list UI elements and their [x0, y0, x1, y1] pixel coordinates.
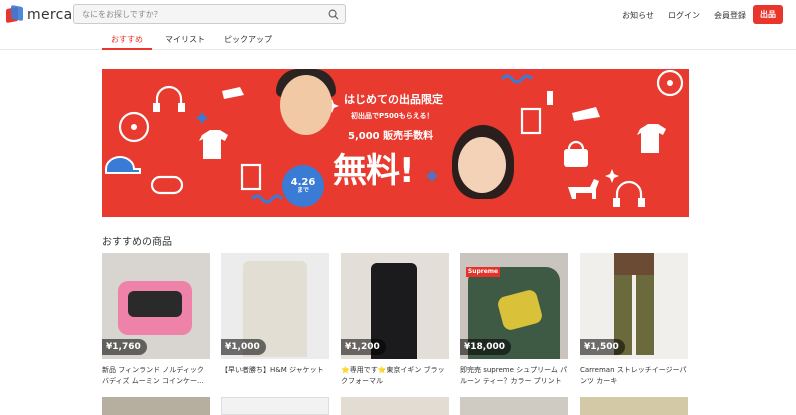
- tab-mylist[interactable]: マイリスト: [160, 34, 210, 50]
- product-card[interactable]: ¥1,500 Carreman ストレッチイージーパンツ カーキ: [580, 253, 688, 387]
- banner-title: はじめての出品限定: [344, 93, 443, 106]
- tab-recommended[interactable]: おすすめ: [102, 34, 152, 50]
- price-tag: ¥18,000: [460, 339, 511, 355]
- header: mercari お知らせ ログイン 会員登録 出品: [0, 0, 796, 30]
- sell-button[interactable]: 出品: [753, 5, 783, 24]
- banner-fee-text: 5,000 販売手数料: [348, 131, 434, 142]
- product-title: ⭐専用です⭐東京イギン ブラックフォーマル: [341, 366, 445, 385]
- product-title: 【早い者勝ち】H&M ジャケット: [221, 366, 324, 374]
- product-image: ¥1,000: [221, 253, 329, 359]
- product-card[interactable]: ¥1,200 ⭐専用です⭐東京イギン ブラックフォーマル: [341, 253, 449, 387]
- tab-pickup[interactable]: ピックアップ: [218, 34, 278, 50]
- product-image: ¥1,760: [102, 253, 210, 359]
- mercari-logo[interactable]: mercari: [6, 4, 83, 24]
- promo-banner[interactable]: はじめての出品限定 初出品でP500もらえる！ 5,000 販売手数料 無料! …: [102, 69, 689, 217]
- product-card[interactable]: Supreme ¥18,000 即完売 supreme シュプリーム パルーン …: [460, 253, 568, 387]
- price-tag: ¥1,500: [580, 339, 625, 355]
- product-image: Supreme ¥18,000: [460, 253, 568, 359]
- price-tag: ¥1,200: [341, 339, 386, 355]
- search-input[interactable]: [82, 9, 322, 19]
- search-icon[interactable]: [328, 9, 339, 20]
- tab-bar: おすすめ マイリスト ピックアップ: [0, 30, 796, 50]
- product-image-partial[interactable]: [460, 397, 568, 415]
- banner-subtitle: 初出品でP500もらえる！: [351, 112, 434, 120]
- product-title: Carreman ストレッチイージーパンツ カーキ: [580, 366, 687, 385]
- mercari-logo-icon: [6, 4, 24, 24]
- product-image-partial[interactable]: [102, 397, 210, 415]
- section-title: おすすめの商品: [102, 237, 172, 248]
- product-card[interactable]: ¥1,000 【早い者勝ち】H&M ジャケット: [221, 253, 329, 387]
- product-image-partial[interactable]: [221, 397, 329, 415]
- banner-free-text: 無料!: [333, 151, 415, 191]
- notifications-link[interactable]: お知らせ: [622, 10, 654, 21]
- search-box[interactable]: [73, 4, 346, 24]
- price-tag: ¥1,760: [102, 339, 147, 355]
- product-card[interactable]: ¥1,760 新品 フィンランド ノルディック バディズ ムーミン コインケー.…: [102, 253, 210, 387]
- signup-link[interactable]: 会員登録: [714, 10, 746, 21]
- login-link[interactable]: ログイン: [668, 10, 700, 21]
- price-tag: ¥1,000: [221, 339, 266, 355]
- product-title: 新品 フィンランド ノルディック バディズ ムーミン コインケー...: [102, 366, 204, 385]
- model-photo-1: [280, 75, 332, 135]
- product-image-partial[interactable]: [341, 397, 449, 415]
- model-photo-2: [458, 137, 506, 193]
- product-image-partial[interactable]: [580, 397, 688, 415]
- banner-date-badge: 4.26 まで: [282, 165, 324, 207]
- product-image: ¥1,200: [341, 253, 449, 359]
- product-image: ¥1,500: [580, 253, 688, 359]
- product-title: 即完売 supreme シュプリーム パルーン ティー？カラー プリントロゴ: [460, 366, 568, 385]
- header-nav: お知らせ ログイン 会員登録: [622, 10, 746, 21]
- banner-date-suffix: まで: [296, 187, 309, 195]
